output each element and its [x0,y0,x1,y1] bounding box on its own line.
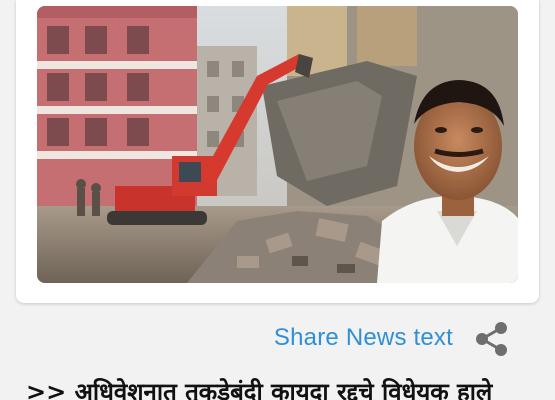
news-screen: Share News text >> अधिवेशनात तुकडेबंदी क… [0,0,555,400]
share-icon[interactable] [473,320,511,358]
share-row: Share News text [0,310,555,366]
news-card[interactable] [16,0,539,303]
news-photo[interactable] [37,6,518,283]
share-news-text-link[interactable]: Share News text [274,324,453,352]
article-headline-text: >> अधिवेशनात तुकडेबंदी कायदा रद्दचे विधे… [26,378,493,400]
news-photo-illustration [37,6,518,283]
